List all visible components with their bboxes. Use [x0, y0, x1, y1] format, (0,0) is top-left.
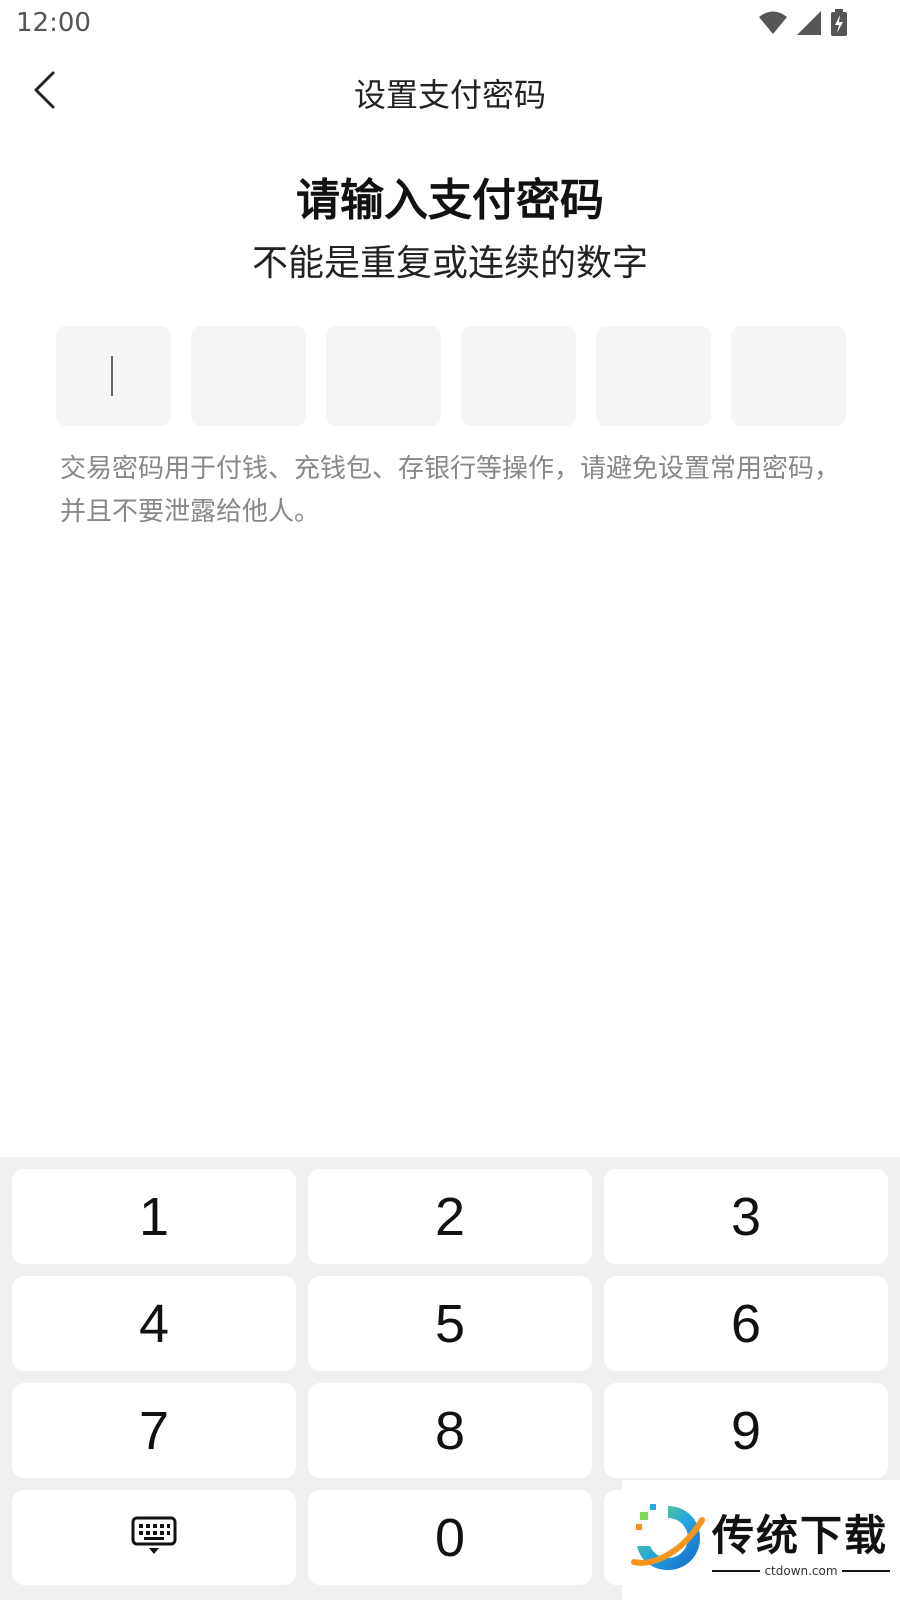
hint-text: 交易密码用于付钱、充钱包、存银行等操作，请避免设置常用密码，并且不要泄露给他人。 — [60, 454, 841, 527]
key-1[interactable]: 1 — [12, 1169, 296, 1264]
wifi-icon — [758, 10, 788, 36]
status-icons — [758, 9, 848, 37]
watermark-url-row: ctdown.com — [712, 1564, 890, 1578]
hide-keyboard-button[interactable] — [12, 1490, 296, 1585]
battery-charging-icon — [830, 9, 848, 37]
pin-box[interactable] — [596, 326, 711, 426]
keyboard-hide-icon — [131, 1507, 177, 1569]
divider — [712, 1570, 761, 1572]
title-bar: 设置支付密码 — [0, 56, 900, 128]
pin-box[interactable] — [461, 326, 576, 426]
signal-icon — [796, 10, 822, 36]
watermark-url: ctdown.com — [764, 1564, 838, 1578]
key-3[interactable]: 3 — [604, 1169, 888, 1264]
pin-box[interactable] — [731, 326, 846, 426]
key-6[interactable]: 6 — [604, 1276, 888, 1371]
status-time: 12:00 — [16, 8, 91, 38]
pin-box[interactable] — [191, 326, 306, 426]
payment-password-screen: 12:00 设置支付密码 请输入支付密码 不能是重复或连续的数字 交易密码用于付… — [0, 0, 900, 1600]
key-7[interactable]: 7 — [12, 1383, 296, 1478]
divider — [841, 1570, 890, 1572]
text-cursor — [111, 356, 113, 396]
main-heading: 请输入支付密码 — [296, 175, 604, 226]
key-5[interactable]: 5 — [308, 1276, 592, 1371]
key-2[interactable]: 2 — [308, 1169, 592, 1264]
key-4[interactable]: 4 — [12, 1276, 296, 1371]
sub-heading: 不能是重复或连续的数字 — [251, 243, 648, 284]
logo-icon — [630, 1500, 706, 1580]
key-0[interactable]: 0 — [308, 1490, 592, 1585]
watermark-brand: 传统下载 — [712, 1511, 889, 1560]
pin-input[interactable] — [56, 326, 846, 426]
key-8[interactable]: 8 — [308, 1383, 592, 1478]
page-title: 设置支付密码 — [353, 76, 546, 114]
key-9[interactable]: 9 — [604, 1383, 888, 1478]
status-bar: 12:00 — [0, 0, 900, 48]
pin-box[interactable] — [326, 326, 441, 426]
watermark-logo: 传统下载 ctdown.com — [622, 1480, 900, 1600]
pin-box[interactable] — [56, 326, 171, 426]
